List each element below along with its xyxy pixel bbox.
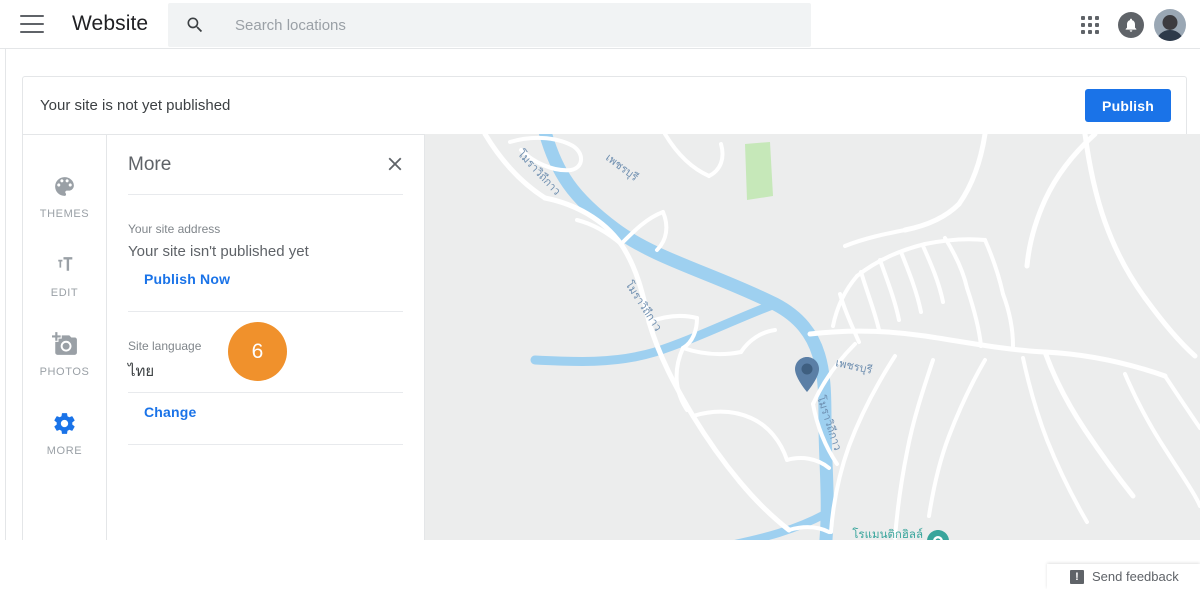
sidebar-item-label: MORE bbox=[46, 445, 83, 457]
page-body: Your site is not yet published Publish T… bbox=[0, 49, 1200, 589]
page-left-rule bbox=[5, 49, 6, 540]
publish-now-link[interactable]: Publish Now bbox=[144, 271, 230, 287]
add-photo-icon bbox=[51, 331, 78, 357]
panel-title: More bbox=[128, 153, 172, 175]
editor-sidebar: THEMES EDIT PHOTOS MORE bbox=[22, 134, 107, 540]
search-bar[interactable] bbox=[168, 3, 811, 47]
hamburger-bar bbox=[20, 31, 44, 33]
user-avatar[interactable] bbox=[1154, 8, 1186, 41]
search-icon bbox=[185, 15, 205, 35]
sidebar-item-photos[interactable]: PHOTOS bbox=[23, 315, 106, 394]
map-park bbox=[745, 142, 773, 200]
section-divider-bottom bbox=[128, 444, 403, 445]
send-feedback-button[interactable]: ! Send feedback bbox=[1047, 564, 1200, 589]
sidebar-item-more[interactable]: MORE bbox=[23, 394, 106, 473]
section-divider bbox=[128, 311, 403, 312]
text-format-icon bbox=[52, 252, 77, 278]
hamburger-bar bbox=[20, 15, 44, 17]
send-feedback-label: Send feedback bbox=[1092, 569, 1179, 584]
top-app-bar: Website bbox=[0, 0, 1200, 49]
step-badge: 6 bbox=[228, 322, 287, 381]
sidebar-item-label: PHOTOS bbox=[39, 366, 90, 378]
app-title: Website bbox=[72, 12, 149, 35]
search-input[interactable] bbox=[235, 16, 755, 34]
site-address-section: Your site address Your site isn't publis… bbox=[107, 222, 424, 312]
hamburger-bar bbox=[20, 23, 44, 25]
change-language-link[interactable]: Change bbox=[144, 404, 197, 420]
banner-message: Your site is not yet published bbox=[40, 97, 231, 114]
apps-grid-icon[interactable] bbox=[1072, 7, 1108, 43]
site-address-label: Your site address bbox=[128, 222, 221, 236]
sidebar-item-label: EDIT bbox=[50, 287, 79, 299]
site-address-value: Your site isn't published yet bbox=[128, 243, 309, 260]
close-icon[interactable] bbox=[384, 153, 406, 175]
avatar-body bbox=[1156, 29, 1184, 41]
report-icon: ! bbox=[1070, 569, 1084, 584]
language-divider bbox=[128, 392, 403, 393]
hamburger-menu-icon[interactable] bbox=[20, 15, 44, 33]
top-bar-actions bbox=[1072, 0, 1186, 49]
palette-icon bbox=[52, 173, 77, 199]
panel-header-divider bbox=[128, 194, 403, 195]
sidebar-item-edit[interactable]: EDIT bbox=[23, 236, 106, 315]
publish-banner: Your site is not yet published Publish bbox=[22, 76, 1187, 134]
sidebar-item-label: THEMES bbox=[39, 208, 90, 220]
panel-header: More bbox=[107, 135, 424, 194]
poi-label-line1: โรแมนติกฮิลล์ bbox=[852, 527, 923, 540]
sidebar-item-themes[interactable]: THEMES bbox=[23, 157, 106, 236]
avatar-face bbox=[1162, 14, 1178, 30]
bell-icon[interactable] bbox=[1118, 11, 1144, 38]
map-canvas[interactable]: โมราวิถีกาว เพชรบุรี โมราวิถีกาว เพชรบุร… bbox=[425, 134, 1200, 540]
gear-icon bbox=[52, 410, 77, 436]
publish-button[interactable]: Publish bbox=[1085, 89, 1171, 122]
